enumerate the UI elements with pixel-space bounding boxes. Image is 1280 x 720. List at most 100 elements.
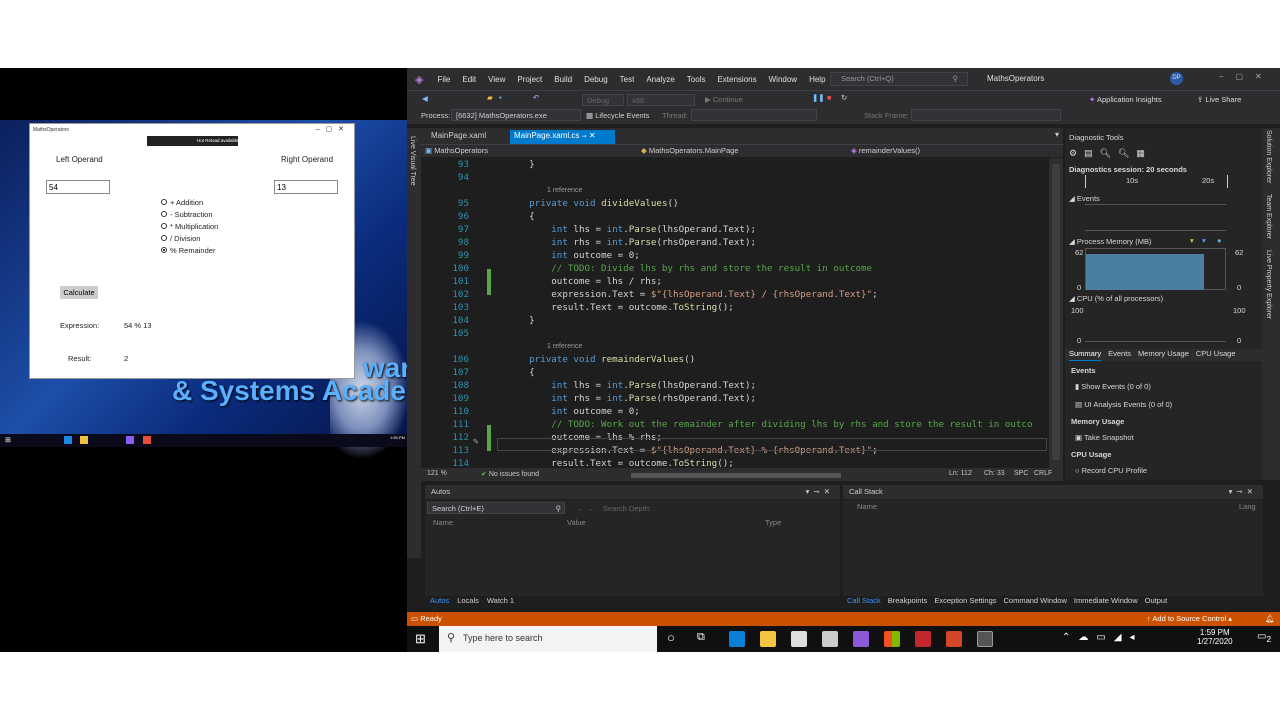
mail-icon[interactable]: [822, 631, 838, 647]
pin-icon[interactable]: ⊸: [582, 134, 587, 140]
panel-controls-icon[interactable]: ▾⊸✕: [1229, 487, 1257, 496]
tab-autos[interactable]: Autos: [430, 596, 449, 609]
radio-division[interactable]: / Division: [161, 232, 218, 244]
notifications-icon[interactable]: 🔔︎: [1265, 614, 1275, 623]
menu-debug[interactable]: Debug: [578, 75, 614, 84]
thread-select[interactable]: [691, 109, 817, 121]
source-control-button[interactable]: ↑ Add to Source Control ▴: [1147, 614, 1232, 623]
platform-select[interactable]: x86: [627, 94, 695, 106]
acrobat-icon[interactable]: [915, 631, 931, 647]
folder-icon[interactable]: [80, 436, 88, 444]
live-visual-tree-tab[interactable]: Live Visual Tree: [409, 136, 416, 186]
timeline-ruler[interactable]: 10s 20s: [1085, 175, 1228, 188]
diag-tab-summary[interactable]: Summary: [1069, 349, 1102, 361]
office-icon[interactable]: [143, 436, 151, 444]
edge-icon[interactable]: [64, 436, 72, 444]
back-icon[interactable]: ◀: [422, 94, 428, 103]
class-dropdown[interactable]: ◆ MathsOperators.MainPage: [641, 146, 841, 155]
undo-icon[interactable]: ↶: [533, 93, 539, 102]
menu-test[interactable]: Test: [614, 75, 641, 84]
diag-tab-cpu[interactable]: CPU Usage: [1196, 349, 1236, 361]
radio-subtraction[interactable]: - Subtraction: [161, 208, 218, 220]
remote-desktop-icon[interactable]: [977, 631, 993, 647]
right-operand-input[interactable]: [274, 180, 338, 194]
panel-controls-icon[interactable]: ▾⊸✕: [806, 487, 834, 496]
tab-command[interactable]: Command Window: [1004, 596, 1067, 609]
nav-arrows-icon[interactable]: ← →: [577, 504, 594, 513]
menu-help[interactable]: Help: [803, 75, 831, 84]
user-avatar[interactable]: DP: [1170, 72, 1183, 85]
issues-indicator[interactable]: ✔ No issues found: [481, 470, 539, 478]
take-snapshot-button[interactable]: ▣ Take Snapshot: [1075, 433, 1134, 442]
menu-project[interactable]: Project: [511, 75, 548, 84]
restart-icon[interactable]: ↻: [841, 93, 847, 102]
tab-overflow-icon[interactable]: ▾: [1055, 130, 1059, 139]
quick-search-input[interactable]: Search (Ctrl+Q) ⚲: [830, 72, 968, 86]
xaml-debug-toolbar[interactable]: Hot Reload available: [147, 136, 239, 146]
left-operand-input[interactable]: [46, 180, 110, 194]
tab-breakpoints[interactable]: Breakpoints: [888, 596, 928, 609]
scroll-thumb[interactable]: [1052, 164, 1060, 460]
calculate-button[interactable]: Calculate: [60, 286, 98, 299]
ui-analysis-link[interactable]: ▤ UI Analysis Events (0 of 0): [1075, 400, 1172, 409]
reference-count[interactable]: 1 reference: [547, 184, 582, 197]
radio-multiplication[interactable]: * Multiplication: [161, 220, 218, 232]
project-dropdown[interactable]: ▣ MathsOperators: [425, 146, 635, 155]
visual-studio-icon[interactable]: [126, 436, 134, 444]
visual-studio-icon[interactable]: [853, 631, 869, 647]
app-insights-button[interactable]: ✦ Application Insights: [1089, 95, 1162, 104]
menu-tools[interactable]: Tools: [681, 75, 712, 84]
cortana-icon[interactable]: ○: [667, 630, 675, 645]
diag-tab-memory[interactable]: Memory Usage: [1138, 349, 1189, 361]
close-icon[interactable]: ✕: [589, 131, 596, 140]
continue-button[interactable]: ▶ Continue: [705, 95, 743, 104]
horizontal-scrollbar[interactable]: [631, 473, 841, 478]
menu-extensions[interactable]: Extensions: [711, 75, 762, 84]
menu-analyze[interactable]: Analyze: [640, 75, 680, 84]
tab-mainpage-xaml-cs[interactable]: MainPage.xaml.cs ⊸ ✕: [510, 130, 615, 144]
diag-tab-events[interactable]: Events: [1108, 349, 1131, 361]
autos-search-input[interactable]: Search (Ctrl+E) ⚲: [427, 502, 565, 514]
stack-frame-select[interactable]: [911, 109, 1061, 121]
process-select[interactable]: [6632] MathsOperators.exe: [451, 109, 581, 121]
tab-immediate[interactable]: Immediate Window: [1074, 596, 1138, 609]
window-controls[interactable]: –▢✕: [316, 125, 350, 133]
reference-count[interactable]: 1 reference: [547, 340, 582, 353]
menu-build[interactable]: Build: [548, 75, 578, 84]
live-property-explorer-tab[interactable]: Live Property Explorer: [1265, 250, 1272, 319]
radio-remainder[interactable]: % Remainder: [161, 244, 218, 256]
zoom-level[interactable]: 121 %: [427, 470, 447, 477]
lifecycle-events-button[interactable]: ▦ Lifecycle Events: [586, 111, 649, 120]
solution-explorer-tab[interactable]: Solution Explorer: [1265, 130, 1272, 183]
pause-icon[interactable]: ❚❚: [812, 93, 825, 102]
office-icon[interactable]: [884, 631, 900, 647]
tab-watch1[interactable]: Watch 1: [487, 596, 514, 609]
tab-exceptions[interactable]: Exception Settings: [934, 596, 996, 609]
system-tray-icons[interactable]: ⌃☁▭◢◂: [1062, 632, 1143, 643]
diag-toolbar[interactable]: ⚙▤🔍︎🔍︎▦: [1069, 148, 1258, 162]
windows-start-icon[interactable]: ⊞: [415, 631, 426, 647]
taskbar-clock[interactable]: 1:59 PM 1/27/2020: [1197, 628, 1233, 646]
live-share-button[interactable]: ⇪ Live Share: [1197, 95, 1241, 104]
open-folder-icon[interactable]: ▰: [487, 93, 493, 102]
tab-output[interactable]: Output: [1145, 596, 1168, 609]
show-events-link[interactable]: ▮ Show Events (0 of 0): [1075, 382, 1151, 391]
tab-mainpage-xaml[interactable]: MainPage.xaml: [427, 130, 490, 144]
stop-icon[interactable]: ■: [827, 93, 832, 102]
tab-callstack[interactable]: Call Stack: [847, 596, 881, 609]
member-dropdown[interactable]: ◈ remainderValues(): [851, 146, 1051, 155]
menu-edit[interactable]: Edit: [456, 75, 482, 84]
powerpoint-icon[interactable]: [946, 631, 962, 647]
radio-addition[interactable]: + Addition: [161, 196, 218, 208]
menu-view[interactable]: View: [482, 75, 511, 84]
editor-scrollbar[interactable]: [1049, 158, 1063, 468]
task-view-icon[interactable]: ⧉: [697, 631, 705, 644]
store-icon[interactable]: [791, 631, 807, 647]
action-center-icon[interactable]: ▭2: [1257, 631, 1271, 644]
record-cpu-button[interactable]: ○ Record CPU Profile: [1075, 466, 1147, 475]
edge-icon[interactable]: [729, 631, 745, 647]
tab-locals[interactable]: Locals: [457, 596, 479, 609]
file-explorer-icon[interactable]: [760, 631, 776, 647]
start-icon[interactable]: ⊞: [5, 436, 13, 444]
code-editor[interactable]: 93 } 94 1 reference 95 private void divideV…: [421, 158, 1049, 468]
